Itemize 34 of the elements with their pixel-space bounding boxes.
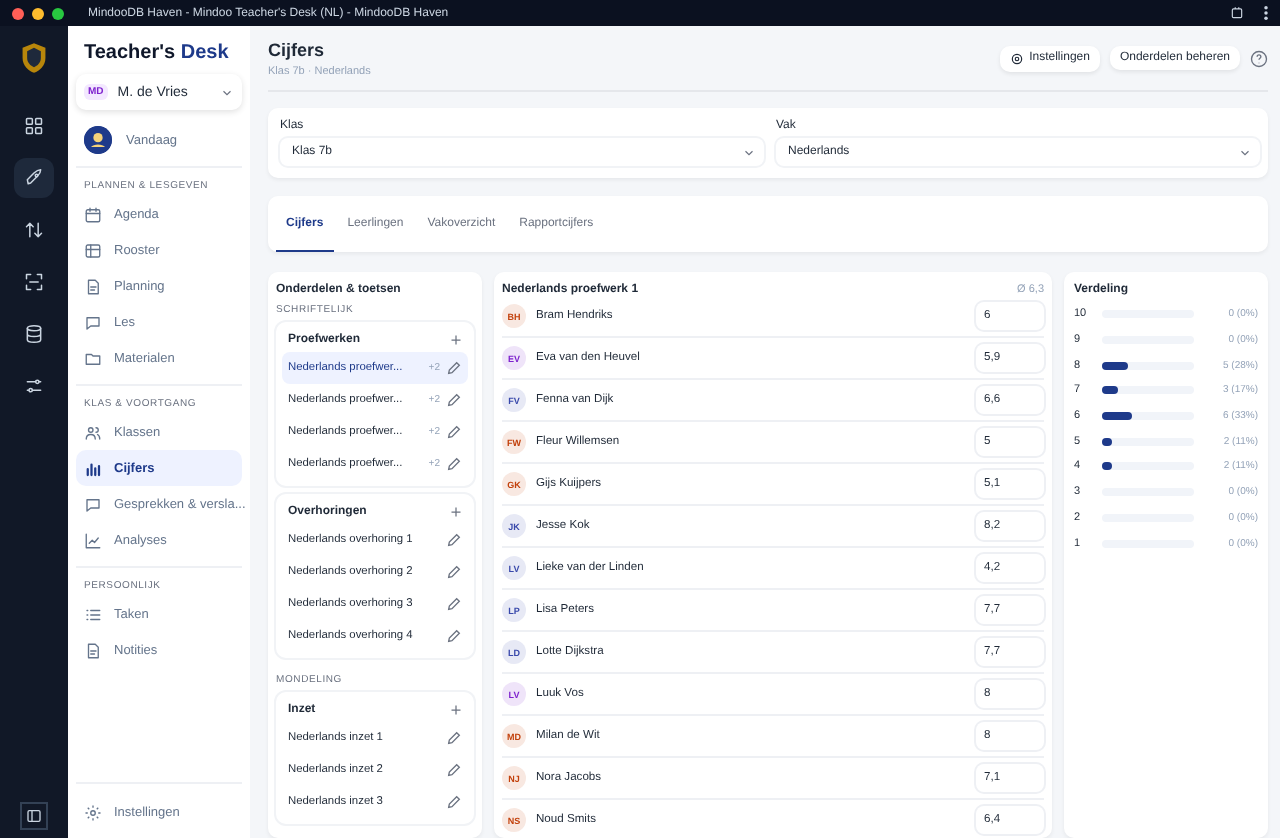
line-chart-icon xyxy=(84,531,102,549)
chat-icon xyxy=(84,313,102,331)
plus-icon[interactable] xyxy=(450,704,462,716)
table-icon xyxy=(84,241,102,259)
today-avatar-icon xyxy=(84,126,112,154)
plus-icon[interactable] xyxy=(450,506,462,518)
list-icon xyxy=(84,605,102,623)
chevron-down-icon xyxy=(1238,145,1252,159)
close-window-button[interactable] xyxy=(12,7,24,19)
document-icon xyxy=(84,641,102,659)
maximize-window-button[interactable] xyxy=(52,7,64,19)
sidebar-toggle-button[interactable] xyxy=(20,802,48,830)
bar-chart-icon xyxy=(84,459,102,477)
app-title: Teacher's Desk xyxy=(82,42,231,64)
minimize-window-button[interactable] xyxy=(32,7,44,19)
settings-icon xyxy=(84,803,102,821)
scan-icon xyxy=(24,272,44,292)
sidebar-panel-icon xyxy=(26,808,42,824)
arrows-icon xyxy=(24,220,44,240)
page-title: Cijfers xyxy=(268,39,327,59)
chevron-down-icon xyxy=(220,85,234,99)
folder-icon xyxy=(84,349,102,367)
sliders-icon xyxy=(24,376,44,396)
database-icon xyxy=(24,324,44,344)
plus-icon[interactable] xyxy=(450,334,462,346)
chevron-down-icon xyxy=(742,145,756,159)
grid-icon xyxy=(24,116,44,136)
document-icon xyxy=(84,277,102,295)
people-icon xyxy=(84,423,102,441)
help-icon[interactable] xyxy=(1250,49,1268,67)
chat-icon xyxy=(84,495,102,513)
rail-button[interactable] xyxy=(14,158,54,198)
shield-logo-icon xyxy=(20,42,48,74)
calendar-icon xyxy=(84,205,102,223)
